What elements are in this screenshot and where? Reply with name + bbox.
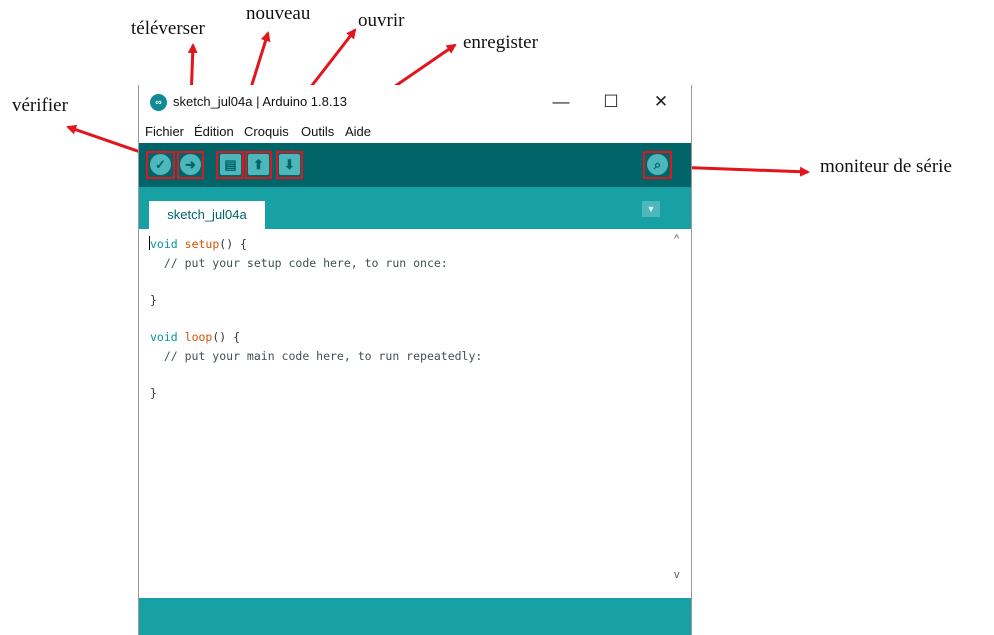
scroll-down-arrow[interactable]: v bbox=[674, 569, 680, 581]
serial-monitor-highlight bbox=[643, 151, 672, 179]
keyword: void bbox=[150, 237, 178, 251]
code-text: void setup() { // put your setup code he… bbox=[150, 235, 482, 402]
code-fragment: () { bbox=[212, 329, 241, 344]
save-highlight bbox=[276, 151, 303, 179]
menu-aide[interactable]: Aide bbox=[345, 124, 371, 139]
save-annotation: enregister bbox=[463, 32, 538, 53]
close-button[interactable]: ✕ bbox=[641, 88, 681, 116]
minimize-button[interactable]: — bbox=[541, 88, 581, 116]
code-fragment: () { bbox=[219, 237, 247, 251]
window-title: sketch_jul04a | Arduino 1.8.13 bbox=[173, 94, 347, 109]
code-fragment: } bbox=[150, 385, 157, 400]
menu-fichier[interactable]: Fichier bbox=[145, 124, 184, 139]
arduino-logo-icon: ∞ bbox=[150, 94, 167, 111]
menu-bar: Fichier Édition Croquis Outils Aide bbox=[139, 121, 691, 143]
code-comment: // put your main code here, to run repea… bbox=[150, 348, 483, 363]
toolbar: ✓ ➜ ▤ ⬆ ⬇ ⌕ bbox=[139, 143, 691, 187]
serial-monitor-annotation: moniteur de série bbox=[820, 156, 952, 177]
function-name: loop bbox=[184, 329, 213, 344]
maximize-button[interactable]: ☐ bbox=[591, 88, 631, 116]
title-bar: ∞ sketch_jul04a | Arduino 1.8.13 — ☐ ✕ bbox=[139, 85, 691, 121]
menu-croquis[interactable]: Croquis bbox=[244, 124, 289, 139]
code-editor[interactable]: void setup() { // put your setup code he… bbox=[139, 229, 691, 598]
keyword: void bbox=[150, 329, 178, 344]
scroll-up-arrow[interactable]: ^ bbox=[674, 233, 679, 245]
open-highlight bbox=[245, 151, 272, 179]
new-highlight bbox=[216, 151, 244, 179]
serial-monitor-arrow bbox=[671, 165, 810, 177]
upload-highlight bbox=[177, 151, 204, 179]
menu-edition[interactable]: Édition bbox=[194, 124, 234, 139]
verify-arrow bbox=[66, 124, 150, 157]
arduino-ide-window: ∞ sketch_jul04a | Arduino 1.8.13 — ☐ ✕ F… bbox=[138, 85, 692, 635]
code-comment: // put your setup code here, to run once… bbox=[150, 255, 448, 270]
verify-annotation: vérifier bbox=[12, 95, 68, 116]
tab-bar: sketch_jul04a ▼ bbox=[139, 187, 691, 229]
function-name: setup bbox=[184, 237, 220, 251]
menu-outils[interactable]: Outils bbox=[301, 124, 334, 139]
tab-menu-icon[interactable]: ▼ bbox=[642, 201, 660, 217]
tab-sketch[interactable]: sketch_jul04a bbox=[149, 201, 265, 229]
new-annotation: nouveau bbox=[246, 3, 311, 24]
status-bar bbox=[139, 598, 691, 635]
open-annotation: ouvrir bbox=[358, 10, 405, 31]
verify-highlight bbox=[146, 151, 175, 179]
code-fragment: } bbox=[150, 292, 157, 307]
upload-annotation: téléverser bbox=[131, 18, 205, 39]
